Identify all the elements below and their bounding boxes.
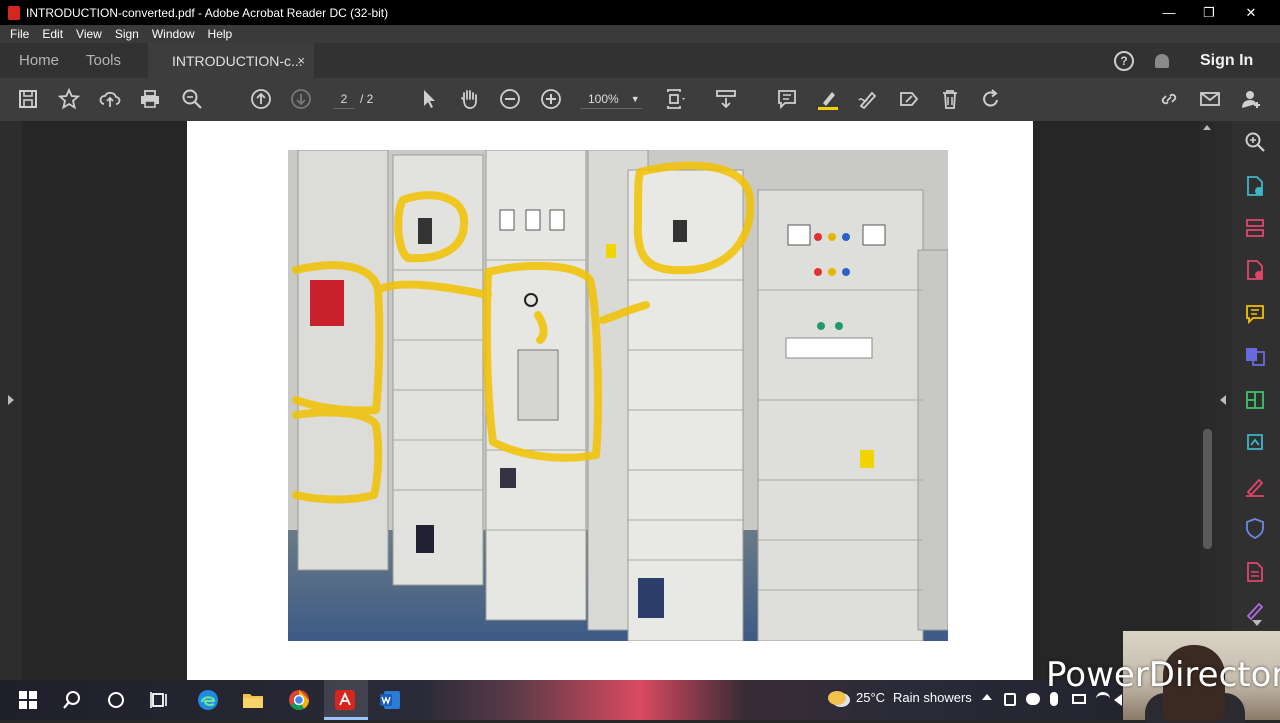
tab-document[interactable]: INTRODUCTION-c... × xyxy=(148,43,314,78)
notification-bell-icon[interactable] xyxy=(1155,53,1169,68)
document-viewport[interactable] xyxy=(0,121,1232,680)
menu-window[interactable]: Window xyxy=(152,27,195,41)
search-icon[interactable] xyxy=(60,688,84,712)
switchgear-image xyxy=(288,150,948,641)
menu-help[interactable]: Help xyxy=(208,27,233,41)
scrollbar-thumb[interactable] xyxy=(1203,429,1212,549)
file-explorer-icon[interactable] xyxy=(241,688,265,712)
compress-pdf-icon[interactable] xyxy=(1244,389,1266,411)
page-fit-icon[interactable] xyxy=(664,87,688,111)
upload-cloud-icon[interactable] xyxy=(98,87,122,111)
zoom-level: 100% xyxy=(588,91,619,106)
powerdirector-watermark: PowerDirector xyxy=(1046,655,1280,695)
chevron-down-icon: ▼ xyxy=(630,93,640,104)
right-pane-toggle[interactable] xyxy=(1214,121,1232,680)
zoom-out-icon[interactable] xyxy=(498,87,522,111)
expand-left-panel-icon[interactable] xyxy=(8,395,14,405)
pdf-page xyxy=(187,121,1033,680)
menu-file[interactable]: File xyxy=(10,27,29,41)
print-icon[interactable] xyxy=(138,87,162,111)
comment-tool-icon[interactable] xyxy=(1244,303,1266,325)
word-app-icon[interactable] xyxy=(378,688,402,712)
tab-bar: Home Tools INTRODUCTION-c... × ? Sign In xyxy=(0,43,1280,78)
search-tools-icon[interactable] xyxy=(1244,131,1266,153)
restore-button[interactable]: ❐ xyxy=(1186,0,1232,25)
share-link-icon[interactable] xyxy=(1157,87,1181,111)
page-number-input[interactable]: 2 xyxy=(333,89,355,109)
zoom-select[interactable]: 100% ▼ xyxy=(580,89,642,109)
close-window-button[interactable]: ✕ xyxy=(1228,0,1274,25)
sign-in-button[interactable]: Sign In xyxy=(1200,52,1253,70)
toolbar: 2 / 2 100% ▼ xyxy=(0,78,1280,121)
zoom-in-icon[interactable] xyxy=(539,87,563,111)
export-pdf-icon[interactable] xyxy=(1244,259,1266,281)
meet-now-icon[interactable] xyxy=(1004,693,1016,706)
chrome-browser-icon[interactable] xyxy=(287,688,311,712)
add-user-icon[interactable] xyxy=(1239,87,1263,111)
vertical-scrollbar[interactable] xyxy=(1200,121,1214,680)
cortana-icon[interactable] xyxy=(104,688,128,712)
highlight-pen-icon[interactable] xyxy=(816,87,840,111)
protect-shield-icon[interactable] xyxy=(1244,517,1266,539)
close-tab-icon[interactable]: × xyxy=(297,53,305,68)
task-view-icon[interactable] xyxy=(148,688,172,712)
show-hidden-icons-chevron-icon[interactable] xyxy=(982,694,992,700)
rotate-icon[interactable] xyxy=(979,87,1003,111)
create-pdf-icon[interactable] xyxy=(1244,175,1266,197)
left-panel-collapsed[interactable] xyxy=(0,121,22,680)
edge-browser-icon[interactable] xyxy=(196,688,220,712)
zoom-search-icon[interactable] xyxy=(180,87,204,111)
weather-widget[interactable]: 25°C Rain showers xyxy=(828,690,972,705)
save-icon[interactable] xyxy=(16,87,40,111)
tab-tools[interactable]: Tools xyxy=(86,43,121,78)
tab-home[interactable]: Home xyxy=(19,43,59,78)
right-tools-rail xyxy=(1232,121,1280,631)
menu-sign[interactable]: Sign xyxy=(115,27,139,41)
scroll-up-icon[interactable] xyxy=(1203,125,1211,130)
acrobat-app-icon xyxy=(8,5,20,20)
next-page-icon[interactable] xyxy=(289,87,313,111)
fill-sign-icon[interactable] xyxy=(897,87,921,111)
panel-board-photo xyxy=(288,150,948,641)
hand-pan-icon[interactable] xyxy=(457,87,481,111)
email-icon[interactable] xyxy=(1198,87,1222,111)
previous-page-icon[interactable] xyxy=(249,87,273,111)
fill-sign-tool-icon[interactable] xyxy=(1244,475,1266,497)
comment-icon[interactable] xyxy=(775,87,799,111)
more-tools-icon[interactable] xyxy=(1244,561,1266,583)
draw-freehand-icon[interactable] xyxy=(856,87,880,111)
title-bar: INTRODUCTION-converted.pdf - Adobe Acrob… xyxy=(0,0,1280,25)
onedrive-icon[interactable] xyxy=(1026,693,1040,705)
battery-icon[interactable] xyxy=(1072,694,1086,704)
delete-trash-icon[interactable] xyxy=(938,87,962,111)
scroll-tools-down-icon[interactable] xyxy=(1252,620,1262,626)
windows-start-icon[interactable] xyxy=(16,688,40,712)
menu-edit[interactable]: Edit xyxy=(42,27,63,41)
document-tab-label: INTRODUCTION-c... xyxy=(172,52,303,69)
collapse-right-pane-icon[interactable] xyxy=(1220,395,1226,405)
select-cursor-icon[interactable] xyxy=(417,87,441,111)
edit-pen-icon[interactable] xyxy=(1244,599,1266,621)
window-title: INTRODUCTION-converted.pdf - Adobe Acrob… xyxy=(26,5,389,20)
combine-files-icon[interactable] xyxy=(1244,345,1266,367)
bookmark-star-icon[interactable] xyxy=(57,87,81,111)
acrobat-taskbar-icon[interactable] xyxy=(333,688,357,712)
weather-condition: Rain showers xyxy=(893,690,972,705)
page-total-label: / 2 xyxy=(360,92,374,106)
weather-icon xyxy=(828,690,846,705)
scroll-mode-icon[interactable] xyxy=(714,87,738,111)
volume-icon[interactable] xyxy=(1114,694,1122,706)
scan-ocr-icon[interactable] xyxy=(1244,431,1266,453)
organize-pages-icon[interactable] xyxy=(1244,217,1266,239)
menu-bar: File Edit View Sign Window Help xyxy=(0,25,1280,43)
help-icon[interactable]: ? xyxy=(1114,50,1134,71)
temperature: 25°C xyxy=(856,690,886,705)
menu-view[interactable]: View xyxy=(76,27,102,41)
